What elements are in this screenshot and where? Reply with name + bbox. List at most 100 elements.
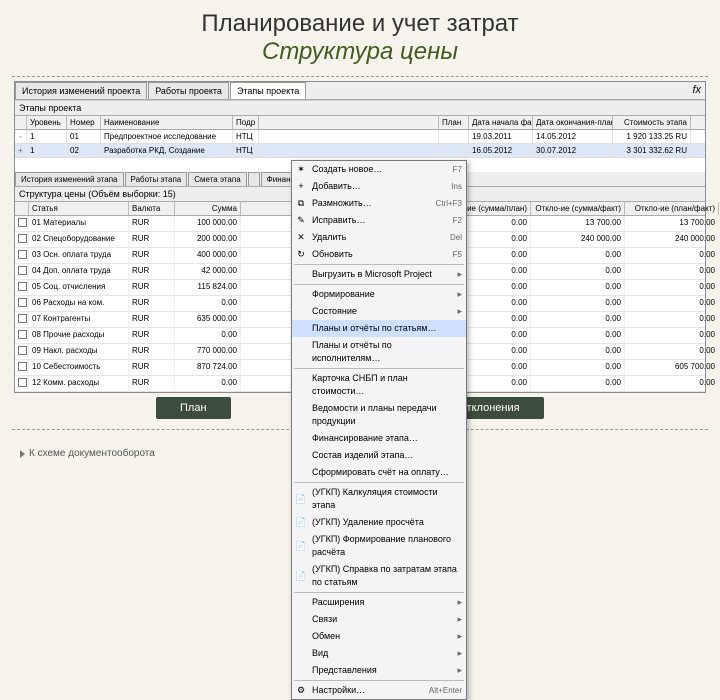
tree-expand-icon[interactable]: + — [15, 144, 27, 157]
tab-works[interactable]: Работы проекта — [148, 82, 229, 99]
tab-stage-history[interactable]: История изменений этапа — [15, 172, 124, 186]
col-dev-sum-fact[interactable]: Откло-ие (сумма/факт) — [531, 202, 625, 215]
row-checkbox[interactable] — [18, 218, 27, 227]
menu-item[interactable]: ↻ОбновитьF5 — [292, 246, 466, 263]
menu-item[interactable]: Состав изделий этапа… — [292, 447, 466, 464]
footer-text: К схеме документооборота — [29, 448, 155, 459]
row-checkbox[interactable] — [18, 362, 27, 371]
menu-label: Вид — [312, 647, 328, 660]
col-name[interactable]: Наименование — [101, 116, 233, 129]
menu-item[interactable]: Планы и отчёты по исполнителям… — [292, 337, 466, 367]
col-cost[interactable]: Стоимость этапа — [613, 116, 691, 129]
stage-row[interactable]: +102Разработка РКД, СозданиеНТЦ16.05.201… — [15, 144, 705, 158]
context-menu[interactable]: ✶Создать новое…F7+Добавить…Ins⧉Размножит… — [291, 160, 467, 700]
menu-separator — [294, 368, 464, 369]
row-checkbox[interactable] — [18, 346, 27, 355]
menu-hotkey: F2 — [453, 214, 462, 227]
menu-icon: ✕ — [295, 231, 307, 244]
menu-item[interactable]: ⚙Настройки…Alt+Enter — [292, 682, 466, 699]
menu-hotkey: Del — [450, 231, 462, 244]
menu-item[interactable]: ⧉Размножить…Ctrl+F3 — [292, 195, 466, 212]
col-currency[interactable]: Валюта — [129, 202, 175, 215]
col-level[interactable]: Уровень — [27, 116, 67, 129]
menu-item[interactable]: 📄(УГКП) Формирование планового расчёта — [292, 531, 466, 561]
menu-label: (УГКП) Калкуляция стоимости этапа — [312, 486, 462, 512]
menu-item[interactable]: 📄(УГКП) Калкуляция стоимости этапа — [292, 484, 466, 514]
menu-item[interactable]: Представления▸ — [292, 662, 466, 679]
col-article[interactable]: Статья — [29, 202, 129, 215]
row-checkbox[interactable] — [18, 330, 27, 339]
menu-label: Обмен — [312, 630, 340, 643]
row-checkbox[interactable] — [18, 250, 27, 259]
col-end-plan[interactable]: Дата окончания-план — [533, 116, 613, 129]
menu-item[interactable]: Обмен▸ — [292, 628, 466, 645]
menu-hotkey: Ins — [451, 180, 462, 193]
tab-stage-blank[interactable] — [248, 172, 260, 186]
title-line2: Структура цены — [0, 38, 720, 66]
menu-item[interactable]: ✎Исправить…F2 — [292, 212, 466, 229]
cell-currency: RUR — [129, 280, 175, 295]
cell-article: 10 Себестоимость — [29, 360, 129, 375]
menu-label: (УГКП) Справка по затратам этапа по стат… — [312, 563, 462, 589]
cell-currency: RUR — [129, 376, 175, 391]
menu-item[interactable]: 📄(УГКП) Удаление просчёта — [292, 514, 466, 531]
row-checkbox[interactable] — [18, 378, 27, 387]
cell-currency: RUR — [129, 232, 175, 247]
menu-item[interactable]: Планы и отчёты по статьям… — [292, 320, 466, 337]
cell-article: 12 Комм. расходы — [29, 376, 129, 391]
menu-label: Исправить… — [312, 214, 365, 227]
cell-currency: RUR — [129, 344, 175, 359]
menu-item[interactable]: Состояние▸ — [292, 303, 466, 320]
menu-item[interactable]: Карточка СНБП и план стоимости… — [292, 370, 466, 400]
cell-dev3: 0.00 — [625, 280, 719, 295]
menu-item[interactable]: Финансирование этапа… — [292, 430, 466, 447]
row-checkbox[interactable] — [18, 298, 27, 307]
cell-sum: 100 000.00 — [175, 216, 241, 231]
tab-stage-works[interactable]: Работы этапа — [125, 172, 188, 186]
section-bar: Этапы проекта — [15, 100, 705, 116]
menu-icon: ✶ — [295, 163, 307, 176]
cell-article: 08 Прочие расходы — [29, 328, 129, 343]
cell-article: 09 Накл. расходы — [29, 344, 129, 359]
col-number[interactable]: Номер — [67, 116, 101, 129]
cell-dev3: 605 700.00 — [625, 360, 719, 375]
menu-item[interactable]: Формирование▸ — [292, 286, 466, 303]
menu-item[interactable]: Расширения▸ — [292, 594, 466, 611]
row-checkbox[interactable] — [18, 234, 27, 243]
menu-label: Связи — [312, 613, 337, 626]
menu-item[interactable]: Сформировать счёт на оплату… — [292, 464, 466, 481]
stage-row[interactable]: -101Предпроектное исследованиеНТЦ19.03.2… — [15, 130, 705, 144]
row-checkbox[interactable] — [18, 314, 27, 323]
col-start-fact[interactable]: Дата начала факт — [469, 116, 533, 129]
cell-dev3: 0.00 — [625, 328, 719, 343]
label-plan: План — [156, 397, 231, 419]
col-dev-plan-fact[interactable]: Откло-ие (план/факт) — [625, 202, 719, 215]
tree-expand-icon[interactable]: - — [15, 130, 27, 143]
menu-item[interactable]: +Добавить…Ins — [292, 178, 466, 195]
menu-label: Обновить — [312, 248, 353, 261]
cell-dev2: 0.00 — [531, 296, 625, 311]
col-sum[interactable]: Сумма — [175, 202, 241, 215]
row-checkbox[interactable] — [18, 266, 27, 275]
col-dept[interactable]: Подр — [233, 116, 259, 129]
cell-sum: 115 824.00 — [175, 280, 241, 295]
tab-stage-estimate[interactable]: Смета этапа — [188, 172, 246, 186]
menu-item[interactable]: ✕ Удалить Del — [292, 229, 466, 246]
cell-dev3: 0.00 — [625, 312, 719, 327]
submenu-arrow-icon: ▸ — [457, 305, 462, 318]
menu-item[interactable]: Связи▸ — [292, 611, 466, 628]
cell-sum: 200 000.00 — [175, 232, 241, 247]
menu-label: Добавить… — [312, 180, 361, 193]
menu-item[interactable]: Ведомости и планы передачи продукции — [292, 400, 466, 430]
tab-history[interactable]: История изменений проекта — [15, 82, 147, 99]
tab-stages[interactable]: Этапы проекта — [230, 82, 306, 99]
row-checkbox[interactable] — [18, 282, 27, 291]
menu-item[interactable]: ✶Создать новое…F7 — [292, 161, 466, 178]
col-plan[interactable]: План — [439, 116, 469, 129]
menu-item[interactable]: Выгрузить в Microsoft Project▸ — [292, 266, 466, 283]
menu-icon: ⧉ — [295, 197, 307, 210]
menu-item[interactable]: Вид▸ — [292, 645, 466, 662]
menu-label: Удалить — [312, 231, 346, 244]
fx-icon[interactable]: fx — [692, 84, 701, 96]
menu-item[interactable]: 📄(УГКП) Справка по затратам этапа по ста… — [292, 561, 466, 591]
